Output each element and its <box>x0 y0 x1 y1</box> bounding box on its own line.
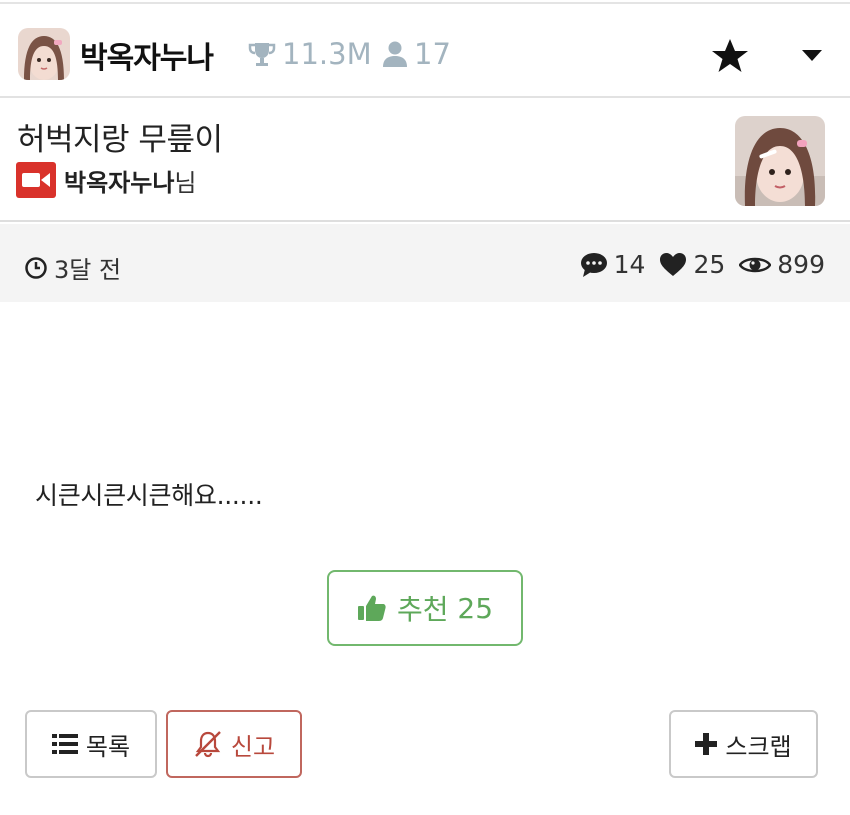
heart-icon <box>660 252 687 276</box>
post-author[interactable]: 박옥자누나 님 <box>16 162 197 198</box>
scrap-button[interactable]: 스크랩 <box>669 710 818 778</box>
like-count-item[interactable]: 25 <box>659 250 725 279</box>
like-count: 25 <box>693 250 726 279</box>
bell-slash-icon <box>195 731 221 758</box>
time-ago: 3달 전 <box>54 256 122 284</box>
author-name: 박옥자누나 <box>64 168 175 197</box>
list-label: 목록 <box>85 732 131 761</box>
author-honorific: 님 <box>174 168 197 197</box>
menu-dropdown-button[interactable] <box>798 44 826 68</box>
trophy-icon <box>248 43 276 66</box>
user-icon <box>383 41 407 67</box>
channel-name[interactable]: 박옥자누나 <box>80 33 214 77</box>
post-time: 3달 전 <box>24 250 121 285</box>
comment-count-item[interactable]: 14 <box>580 250 646 279</box>
caret-down-icon <box>802 50 822 61</box>
user-stat: 17 <box>382 37 451 71</box>
channel-header: 박옥자누나 11.3M 17 <box>0 6 850 98</box>
view-count-item: 899 <box>739 250 825 279</box>
trophy-count: 11.3M <box>282 37 372 71</box>
scrap-label: 스크랩 <box>725 732 792 761</box>
post-body-text: 시큰시큰시큰해요...... <box>35 481 263 510</box>
user-count: 17 <box>414 37 451 71</box>
thumbs-up-icon <box>357 595 386 621</box>
video-camera-icon <box>16 162 56 198</box>
plus-icon <box>695 733 718 755</box>
view-count: 899 <box>777 250 825 279</box>
list-button[interactable]: 목록 <box>25 710 157 778</box>
channel-avatar[interactable] <box>18 28 70 80</box>
star-icon <box>712 39 748 72</box>
post-title-block: 허벅지랑 무릎이 박옥자누나 님 <box>0 100 850 222</box>
report-label: 신고 <box>230 732 276 761</box>
recommend-label: 추천 <box>396 593 449 626</box>
post-thumbnail[interactable] <box>735 116 825 206</box>
post-title: 허벅지랑 무릎이 <box>17 122 223 158</box>
trophy-stat: 11.3M <box>248 37 372 71</box>
top-border <box>0 0 850 4</box>
post-content: 시큰시큰시큰해요...... 추천 25 <box>0 302 850 694</box>
favorite-star-button[interactable] <box>710 36 750 76</box>
list-icon <box>51 734 78 754</box>
comment-icon <box>580 252 607 277</box>
recommend-button[interactable]: 추천 25 <box>327 570 523 646</box>
recommend-count: 25 <box>457 591 494 625</box>
comment-count: 14 <box>613 250 646 279</box>
eye-icon <box>739 257 772 272</box>
post-meta-bar: 3달 전 14 25 899 <box>0 224 850 302</box>
clock-icon <box>25 256 47 279</box>
post-stats: 14 25 899 <box>566 250 825 279</box>
report-button[interactable]: 신고 <box>166 710 302 778</box>
